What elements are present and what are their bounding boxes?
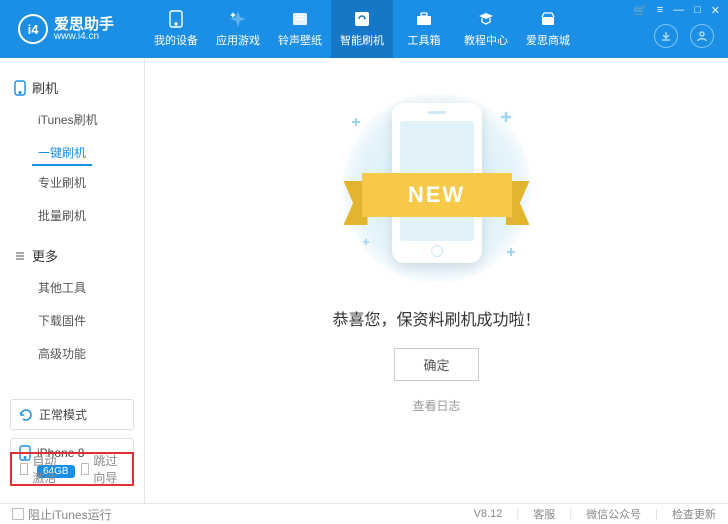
app-url: www.i4.cn (54, 32, 114, 42)
nav-my-device[interactable]: 我的设备 (145, 0, 207, 58)
list-icon (14, 250, 26, 262)
phone-icon (14, 80, 26, 96)
sidebar-item-other-tools[interactable]: 其他工具 (32, 271, 134, 304)
sidebar-group-title: 刷机 (32, 78, 58, 97)
nav-apps-games[interactable]: 应用游戏 (207, 0, 269, 58)
skip-guide-checkbox[interactable]: 跳过向导 (81, 452, 124, 486)
nav-label: 应用游戏 (216, 32, 260, 48)
menu-icon[interactable]: ≡ (657, 4, 663, 17)
nav-label: 我的设备 (154, 32, 198, 48)
ribbon-text: NEW (362, 173, 512, 217)
version-label: V8.12 (474, 508, 503, 520)
checkbox-label: 阻止iTunes运行 (28, 506, 112, 523)
sidebar-group-title: 更多 (32, 246, 58, 265)
checkbox-icon (20, 463, 28, 475)
options-row: 自动激活 跳过向导 (10, 452, 134, 486)
check-update-link[interactable]: 检查更新 (672, 506, 716, 522)
footer: 阻止iTunes运行 V8.12 | 客服 | 微信公众号 | 检查更新 (0, 503, 728, 524)
checkbox-icon (12, 508, 24, 520)
checkbox-label: 自动激活 (32, 452, 63, 486)
sidebar-item-oneclick-flash[interactable]: 一键刷机 (32, 136, 92, 166)
sidebar-item-batch-flash[interactable]: 批量刷机 (32, 199, 134, 232)
nav-label: 爱思商城 (526, 32, 570, 48)
nav-smart-flash[interactable]: 智能刷机 (331, 0, 393, 58)
tutorial-icon (476, 10, 496, 28)
nav-ringtones[interactable]: 铃声壁纸 (269, 0, 331, 58)
ok-button[interactable]: 确定 (394, 348, 478, 381)
minimize-button[interactable]: — (673, 4, 684, 17)
new-ribbon: NEW (344, 173, 530, 225)
nav-label: 铃声壁纸 (278, 32, 322, 48)
auto-activate-checkbox[interactable]: 自动激活 (20, 452, 63, 486)
store-icon (538, 10, 558, 28)
sidebar-item-download-firmware[interactable]: 下载固件 (32, 304, 134, 337)
apps-icon (228, 10, 248, 28)
nav-label: 工具箱 (408, 32, 441, 48)
toolbox-icon (414, 10, 434, 28)
sidebar: 刷机 iTunes刷机 一键刷机 专业刷机 批量刷机 更多 其他工具 下载固件 … (0, 58, 145, 503)
nav-tutorials[interactable]: 教程中心 (455, 0, 517, 58)
user-button[interactable] (690, 24, 714, 48)
flash-icon (352, 10, 372, 28)
window-controls: 🛒 ≡ — □ ✕ (633, 4, 720, 17)
checkbox-label: 跳过向导 (93, 452, 124, 486)
sidebar-group-flash[interactable]: 刷机 (10, 72, 134, 103)
close-button[interactable]: ✕ (711, 4, 720, 17)
main-content: NEW 恭喜您，保资料刷机成功啦！ 确定 查看日志 (145, 58, 728, 503)
checkbox-icon (81, 463, 89, 475)
app-name: 爱思助手 (54, 17, 114, 32)
sidebar-item-advanced[interactable]: 高级功能 (32, 337, 134, 370)
wechat-link[interactable]: 微信公众号 (586, 506, 641, 522)
sidebar-item-pro-flash[interactable]: 专业刷机 (32, 166, 134, 199)
maximize-button[interactable]: □ (694, 4, 701, 17)
block-itunes-checkbox[interactable]: 阻止iTunes运行 (12, 506, 112, 523)
view-log-link[interactable]: 查看日志 (412, 397, 460, 414)
success-illustration: NEW (332, 98, 542, 278)
download-button[interactable] (654, 24, 678, 48)
mode-box[interactable]: 正常模式 (10, 399, 134, 430)
success-message: 恭喜您，保资料刷机成功啦！ (332, 306, 540, 330)
ringtone-icon (290, 10, 310, 28)
nav-label: 教程中心 (464, 32, 508, 48)
app-header: i4 爱思助手 www.i4.cn 我的设备 应用游戏 铃声壁纸 智能刷机 工具… (0, 0, 728, 58)
support-link[interactable]: 客服 (533, 506, 555, 522)
sidebar-item-itunes-flash[interactable]: iTunes刷机 (32, 103, 134, 136)
nav-label: 智能刷机 (340, 32, 384, 48)
main-nav: 我的设备 应用游戏 铃声壁纸 智能刷机 工具箱 教程中心 爱思商城 (145, 0, 579, 58)
logo-icon: i4 (18, 14, 48, 44)
app-logo: i4 爱思助手 www.i4.cn (0, 14, 145, 44)
device-icon (166, 10, 186, 28)
nav-toolbox[interactable]: 工具箱 (393, 0, 455, 58)
header-right-buttons (654, 24, 714, 48)
nav-store[interactable]: 爱思商城 (517, 0, 579, 58)
sidebar-group-more[interactable]: 更多 (10, 240, 134, 271)
refresh-icon (19, 408, 33, 422)
cart-icon[interactable]: 🛒 (633, 4, 647, 17)
mode-label: 正常模式 (39, 406, 87, 423)
